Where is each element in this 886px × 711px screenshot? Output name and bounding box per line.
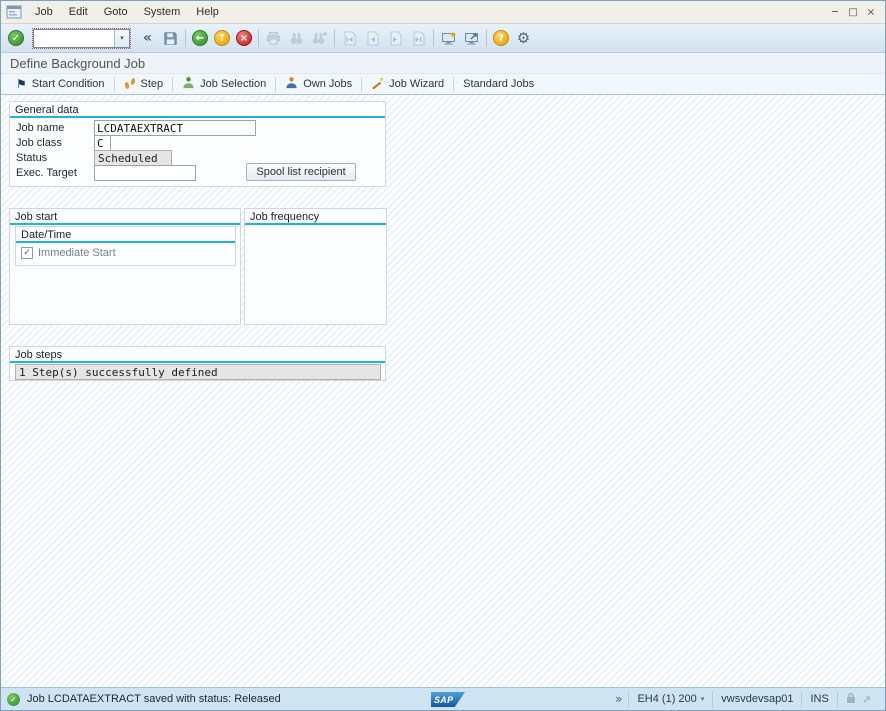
insert-mode-field: INS <box>801 691 836 708</box>
command-field[interactable]: ▾ <box>33 29 130 48</box>
person-green-icon <box>182 76 195 92</box>
host-field: vwsvdevsap01 <box>712 691 801 708</box>
job-wizard-label: Job Wizard <box>389 78 444 90</box>
start-condition-label: Start Condition <box>32 78 105 90</box>
date-time-panel: Date/Time ✓ Immediate Start <box>15 226 236 266</box>
status-success-icon: ✓ <box>7 693 20 706</box>
status-expand-icon[interactable]: » <box>609 692 628 706</box>
job-name-label: Job name <box>16 122 94 134</box>
flag-icon: ⚑ <box>16 77 27 91</box>
job-start-title: Job start <box>10 209 240 223</box>
step-button[interactable]: Step <box>115 76 173 92</box>
menu-help[interactable]: Help <box>188 3 227 21</box>
menu-goto[interactable]: Goto <box>96 3 136 21</box>
cancel-button[interactable]: × <box>236 30 252 46</box>
close-button[interactable]: × <box>862 7 880 18</box>
application-toolbar: ⚑ Start Condition Step Job Selection Own… <box>1 73 885 95</box>
system-info-text: EH4 (1) 200 <box>637 693 696 705</box>
first-page-icon[interactable] <box>341 30 358 46</box>
system-toolbar: ✓ ▾ « ← ↑ × <box>1 24 885 53</box>
customize-layout-icon[interactable]: ⚙ <box>515 30 532 46</box>
job-name-input[interactable] <box>94 120 256 136</box>
exec-target-label: Exec. Target <box>16 167 94 179</box>
job-steps-title: Job steps <box>10 347 385 361</box>
date-time-title: Date/Time <box>16 227 235 241</box>
job-selection-button[interactable]: Job Selection <box>173 74 275 94</box>
save-icon[interactable] <box>162 30 179 46</box>
wand-icon <box>371 76 384 92</box>
immediate-start-checkbox[interactable]: ✓ <box>21 247 33 259</box>
title-bar: Define Background Job <box>1 53 885 73</box>
system-info-dropdown-icon[interactable]: ▾ <box>701 695 705 703</box>
job-frequency-group: Job frequency <box>244 208 387 325</box>
footprints-icon <box>124 78 136 90</box>
job-selection-label: Job Selection <box>200 78 266 90</box>
previous-page-icon[interactable] <box>364 30 381 46</box>
menu-edit[interactable]: Edit <box>61 3 96 21</box>
print-icon[interactable] <box>265 30 282 46</box>
menu-job[interactable]: Job <box>27 3 61 21</box>
page-title: Define Background Job <box>10 56 145 71</box>
exec-target-input[interactable] <box>94 165 196 181</box>
system-info-field[interactable]: EH4 (1) 200 ▾ <box>628 691 712 708</box>
insert-mode-text: INS <box>810 693 828 705</box>
status-label: Status <box>16 152 94 164</box>
maximize-button[interactable]: □ <box>844 7 862 18</box>
application-icon <box>6 5 22 19</box>
general-data-group: General data Job name Job class Status S… <box>9 101 386 187</box>
start-condition-button[interactable]: ⚑ Start Condition <box>7 75 114 93</box>
job-steps-message: 1 Step(s) successfully defined <box>15 364 381 380</box>
minimize-button[interactable]: ─ <box>826 7 844 18</box>
next-page-icon[interactable] <box>387 30 404 46</box>
find-next-icon[interactable] <box>311 30 328 46</box>
own-jobs-button[interactable]: Own Jobs <box>276 74 361 94</box>
new-session-icon[interactable] <box>440 30 457 46</box>
job-frequency-title: Job frequency <box>245 209 386 223</box>
collapse-command-icon[interactable]: « <box>139 30 156 46</box>
menu-system[interactable]: System <box>136 3 189 21</box>
immediate-start-label: Immediate Start <box>38 247 116 259</box>
status-icon-tray: ↗ <box>837 691 879 708</box>
menu-bar: Job Edit Goto System Help ─ □ × <box>1 1 885 24</box>
standard-jobs-button[interactable]: Standard Jobs <box>454 76 543 92</box>
back-button[interactable]: ← <box>192 30 208 46</box>
host-text: vwsvdevsap01 <box>721 693 793 705</box>
job-class-input[interactable] <box>94 135 111 151</box>
immediate-start-row: ✓ Immediate Start <box>21 247 116 259</box>
job-class-label: Job class <box>16 137 94 149</box>
status-field: Scheduled <box>94 150 172 166</box>
person-blue-icon <box>285 76 298 92</box>
resize-arrow-icon: ↗ <box>862 693 871 706</box>
job-start-group: Job start Date/Time ✓ Immediate Start <box>9 208 241 325</box>
own-jobs-label: Own Jobs <box>303 78 352 90</box>
step-label: Step <box>141 78 164 90</box>
last-page-icon[interactable] <box>410 30 427 46</box>
job-steps-accent-rule <box>10 361 385 363</box>
enter-button[interactable]: ✓ <box>8 30 24 46</box>
status-message: Job LCDATAEXTRACT saved with status: Rel… <box>27 693 281 705</box>
main-area: General data Job name Job class Status S… <box>1 95 885 687</box>
standard-jobs-label: Standard Jobs <box>463 78 534 90</box>
command-dropdown-icon[interactable]: ▾ <box>114 30 129 47</box>
job-wizard-button[interactable]: Job Wizard <box>362 74 453 94</box>
command-input[interactable] <box>34 30 114 47</box>
status-bar: ✓ Job LCDATAEXTRACT saved with status: R… <box>1 687 885 710</box>
job-steps-group: Job steps 1 Step(s) successfully defined <box>9 346 386 381</box>
sap-gui-window: Job Edit Goto System Help ─ □ × ✓ ▾ « ← … <box>0 0 886 711</box>
help-button[interactable]: ? <box>493 30 509 46</box>
find-icon[interactable] <box>288 30 305 46</box>
create-shortcut-icon[interactable] <box>463 30 480 46</box>
lock-icon <box>846 692 856 707</box>
sap-logo: SAP <box>431 692 465 707</box>
general-data-title: General data <box>10 102 385 116</box>
spool-list-recipient-button[interactable]: Spool list recipient <box>246 163 356 181</box>
exit-button[interactable]: ↑ <box>214 30 230 46</box>
